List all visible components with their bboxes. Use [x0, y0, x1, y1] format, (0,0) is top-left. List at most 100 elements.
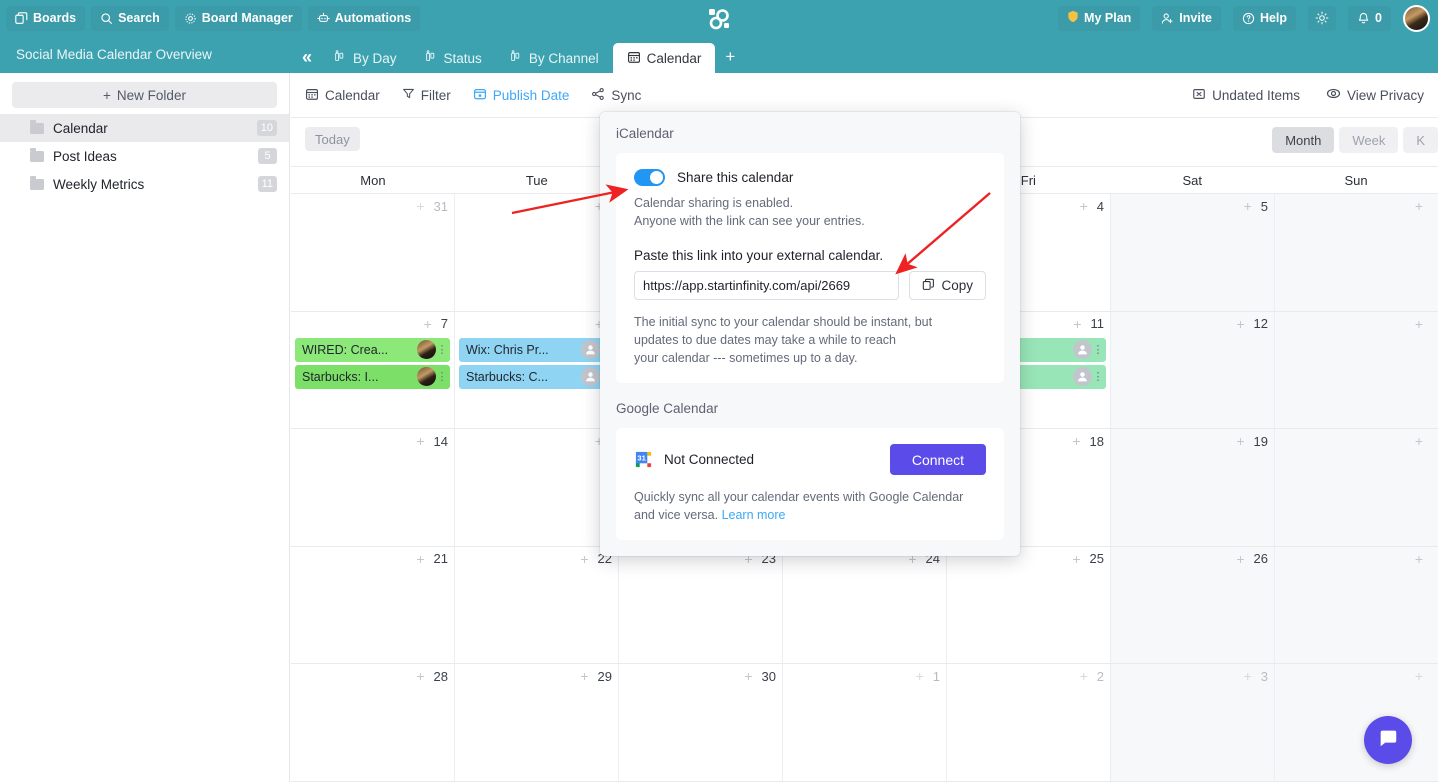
calendar-day-cell[interactable]: +28 — [291, 664, 455, 781]
notifications-button[interactable]: 0 — [1348, 5, 1391, 31]
boards-button[interactable]: Boards — [6, 5, 86, 31]
toolbar-calendar-button[interactable]: Calendar — [305, 87, 380, 104]
today-button[interactable]: Today — [305, 127, 360, 151]
calendar-day-cell[interactable]: +12 — [1111, 311, 1275, 429]
ical-link-input[interactable]: https://app.startinfinity.com/api/2669 — [634, 271, 900, 300]
calendar-day-cell[interactable]: +22 — [455, 546, 619, 664]
learn-more-link[interactable]: Learn more — [722, 508, 786, 522]
event-assignee-avatar[interactable] — [1073, 367, 1092, 387]
event-assignee-avatar[interactable] — [1073, 340, 1092, 360]
toolbar-sync-button[interactable]: Sync — [591, 87, 641, 104]
tab-calendar[interactable]: Calendar — [612, 43, 716, 73]
add-item-icon[interactable]: + — [1415, 668, 1423, 684]
add-item-icon[interactable]: + — [1080, 198, 1088, 214]
add-item-icon[interactable]: + — [1415, 198, 1423, 214]
calendar-event-card[interactable]: Starbucks: C...⋮ — [459, 364, 614, 389]
view-privacy-button[interactable]: View Privacy — [1326, 86, 1424, 104]
add-item-icon[interactable]: + — [1415, 433, 1423, 449]
event-assignee-avatar[interactable] — [417, 367, 436, 387]
calendar-day-cell[interactable]: + — [1275, 664, 1438, 781]
calendar-day-cell[interactable]: + — [1275, 311, 1438, 429]
calendar-day-cell[interactable]: +Wix: Chris Pr...⋮Starbucks: C...⋮ — [455, 311, 619, 429]
add-item-icon[interactable]: + — [1415, 316, 1423, 332]
add-item-icon[interactable]: + — [916, 668, 924, 684]
calendar-day-cell[interactable]: + — [1275, 194, 1438, 311]
toolbar-publish-date-button[interactable]: Publish Date — [473, 87, 569, 104]
event-assignee-avatar[interactable] — [581, 340, 600, 360]
add-item-icon[interactable]: + — [416, 198, 424, 214]
add-item-icon[interactable]: + — [1080, 668, 1088, 684]
tab-by-day[interactable]: By Day — [320, 43, 411, 73]
calendar-event-card[interactable]: Wix: Chris Pr...⋮ — [459, 337, 614, 362]
event-menu-icon[interactable]: ⋮ — [436, 344, 448, 355]
sidebar-folder-post-ideas[interactable]: Post Ideas 5 — [0, 142, 289, 170]
theme-toggle-button[interactable] — [1308, 5, 1337, 31]
view-month-button[interactable]: Month — [1272, 127, 1335, 153]
add-item-icon[interactable]: + — [580, 668, 588, 684]
add-item-icon[interactable]: + — [1236, 433, 1244, 449]
calendar-event-card[interactable]: Starbucks: I... ⋮ — [295, 364, 450, 389]
add-item-icon[interactable]: + — [580, 551, 588, 567]
calendar-day-cell[interactable]: +14 — [291, 429, 455, 546]
collapse-sidebar-icon[interactable]: « — [296, 48, 320, 73]
sidebar-folder-calendar[interactable]: Calendar 10 — [0, 114, 289, 142]
add-item-icon[interactable]: + — [424, 316, 432, 332]
event-menu-icon[interactable]: ⋮ — [1092, 371, 1104, 382]
search-button[interactable]: Search — [91, 5, 169, 31]
calendar-day-cell[interactable]: + — [455, 194, 619, 311]
calendar-day-cell[interactable]: +25 — [947, 546, 1111, 664]
calendar-day-cell[interactable]: +19 — [1111, 429, 1275, 546]
add-item-icon[interactable]: + — [1072, 433, 1080, 449]
add-item-icon[interactable]: + — [1072, 551, 1080, 567]
calendar-day-cell[interactable]: +24 — [783, 546, 947, 664]
add-item-icon[interactable]: + — [1244, 668, 1252, 684]
add-item-icon[interactable]: + — [1415, 551, 1423, 567]
new-folder-button[interactable]: + New Folder — [12, 82, 277, 108]
view-more-button[interactable]: K — [1403, 127, 1438, 153]
event-menu-icon[interactable]: ⋮ — [436, 371, 448, 382]
calendar-day-cell[interactable]: +2 — [947, 664, 1111, 781]
help-button[interactable]: Help — [1232, 5, 1297, 31]
sidebar-folder-weekly-metrics[interactable]: Weekly Metrics 11 — [0, 170, 289, 198]
add-view-tab-button[interactable]: + — [715, 47, 745, 73]
tab-by-channel[interactable]: By Channel — [496, 43, 613, 73]
calendar-day-cell[interactable]: + — [1275, 429, 1438, 546]
add-item-icon[interactable]: + — [416, 433, 424, 449]
invite-button[interactable]: Invite — [1152, 5, 1221, 31]
share-calendar-toggle[interactable] — [634, 169, 665, 186]
automations-button[interactable]: Automations — [307, 5, 421, 31]
calendar-day-cell[interactable]: +26 — [1111, 546, 1275, 664]
calendar-event-card[interactable]: WIRED: Crea... ⋮ — [295, 337, 450, 362]
user-avatar[interactable] — [1403, 4, 1430, 32]
app-logo[interactable] — [705, 5, 733, 33]
event-menu-icon[interactable]: ⋮ — [1092, 344, 1104, 355]
calendar-day-cell[interactable]: +29 — [455, 664, 619, 781]
calendar-day-cell[interactable]: +30 — [619, 664, 783, 781]
add-item-icon[interactable]: + — [1073, 316, 1081, 332]
calendar-day-cell[interactable]: +23 — [619, 546, 783, 664]
event-assignee-avatar[interactable] — [417, 340, 436, 360]
calendar-day-cell[interactable]: +7 WIRED: Crea... ⋮ Starbucks: I... ⋮ — [291, 311, 455, 429]
add-item-icon[interactable]: + — [416, 551, 424, 567]
calendar-day-cell[interactable]: +3 — [1111, 664, 1275, 781]
undated-items-button[interactable]: Undated Items — [1192, 87, 1300, 104]
add-item-icon[interactable]: + — [744, 668, 752, 684]
chat-widget-button[interactable] — [1364, 716, 1412, 764]
event-assignee-avatar[interactable] — [581, 367, 600, 387]
my-plan-button[interactable]: My Plan — [1058, 5, 1141, 31]
tab-status[interactable]: Status — [411, 43, 496, 73]
board-manager-button[interactable]: Board Manager — [174, 5, 302, 31]
calendar-day-cell[interactable]: +21 — [291, 546, 455, 664]
calendar-day-cell[interactable]: + — [1275, 546, 1438, 664]
copy-link-button[interactable]: Copy — [909, 271, 986, 300]
add-item-icon[interactable]: + — [416, 668, 424, 684]
calendar-day-cell[interactable]: +5 — [1111, 194, 1275, 311]
calendar-day-cell[interactable]: +31 — [291, 194, 455, 311]
calendar-day-cell[interactable]: + — [455, 429, 619, 546]
add-item-icon[interactable]: + — [1236, 316, 1244, 332]
google-connect-button[interactable]: Connect — [889, 444, 986, 475]
calendar-day-cell[interactable]: +1 — [783, 664, 947, 781]
toolbar-filter-button[interactable]: Filter — [402, 87, 451, 103]
add-item-icon[interactable]: + — [1236, 551, 1244, 567]
add-item-icon[interactable]: + — [1244, 198, 1252, 214]
